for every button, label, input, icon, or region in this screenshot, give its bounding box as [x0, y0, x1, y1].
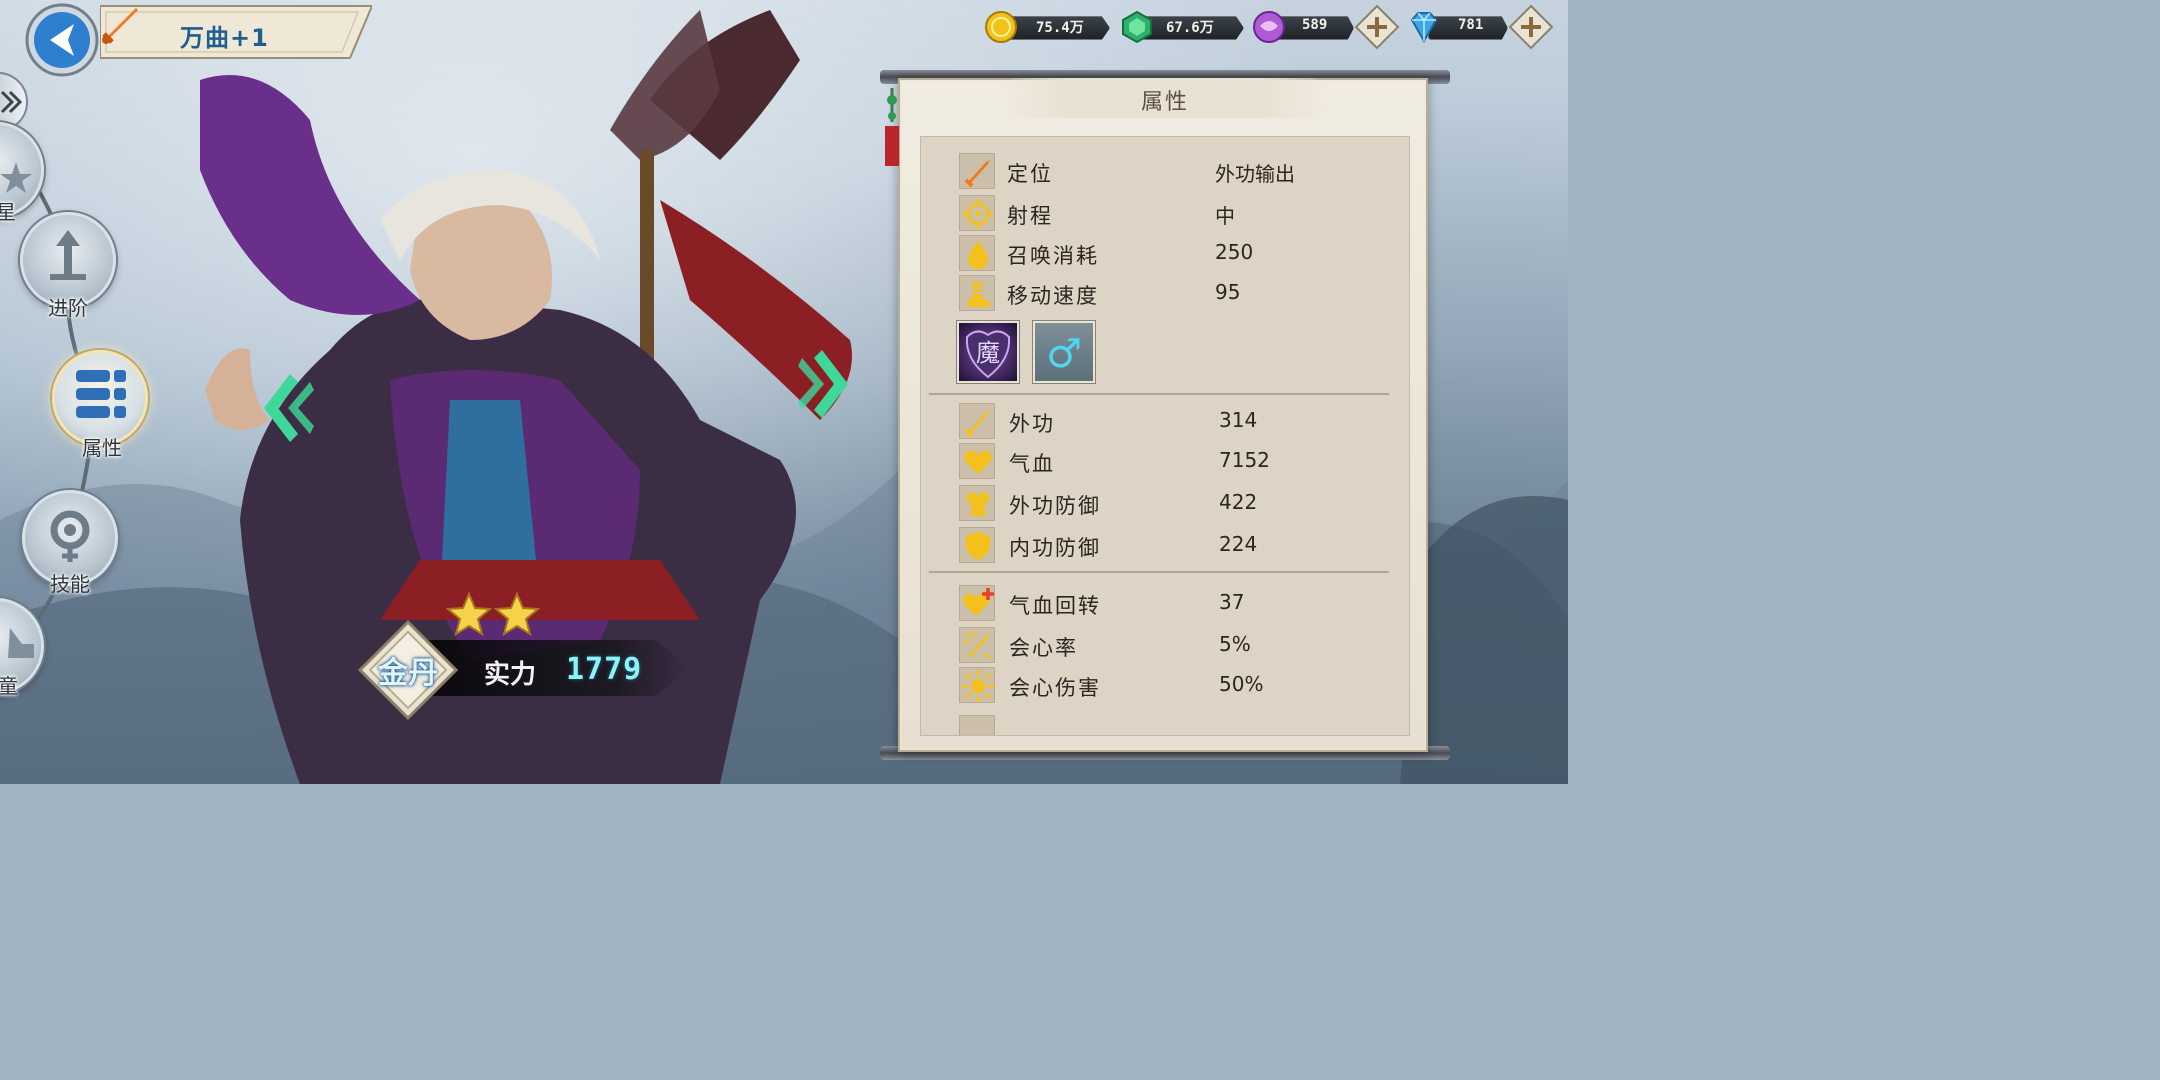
attr-row-hp-regen: 气血回转 37 — [959, 585, 1399, 623]
nav-skill-label: 技能 — [50, 572, 90, 596]
purple-orb-icon — [1253, 11, 1285, 43]
section-divider — [929, 571, 1389, 573]
gender-badge[interactable]: ♂ — [1033, 321, 1095, 383]
demon-badge-icon: 魔 — [965, 330, 1011, 379]
hero-rank: 金丹 — [378, 656, 438, 691]
game-scene: 万曲+1 星 进阶 属性 技能 童 金丹 实力 1779 75.4万 67.6万… — [0, 0, 1568, 784]
attr-label: 召唤消耗 — [1007, 244, 1099, 268]
currency-gold: 75.4万 — [984, 10, 1110, 44]
attr-value: 250 — [1215, 240, 1254, 264]
armor-icon — [959, 485, 995, 521]
sword-icon — [959, 403, 995, 439]
attr-label: 内功防御 — [1009, 536, 1101, 560]
drop-icon — [959, 235, 995, 271]
attr-value: 5% — [1219, 632, 1251, 656]
attr-value: 422 — [1219, 490, 1258, 514]
add-orb-button[interactable] — [1354, 4, 1400, 50]
attr-value: 37 — [1219, 590, 1245, 614]
hero-name: 万曲+1 — [180, 24, 269, 52]
nav-attribute-label: 属性 — [82, 436, 122, 460]
attr-row-next-partial — [959, 715, 1399, 735]
diamond-icon — [1410, 12, 1438, 44]
partial-icon — [959, 715, 995, 735]
target-icon — [959, 195, 995, 231]
tassel-ornament-icon — [885, 88, 899, 166]
green-jade-icon — [1122, 10, 1152, 44]
attr-value: 50% — [1219, 672, 1264, 696]
hero-title-plate: 万曲+1 — [100, 4, 372, 60]
attr-row-phys-def: 外功防御 422 — [959, 485, 1399, 523]
panel-title: 属性 — [1140, 90, 1189, 115]
currency-jade-value: 67.6万 — [1166, 20, 1214, 36]
attr-value: 224 — [1219, 532, 1258, 556]
attr-row-mag-def: 内功防御 224 — [959, 527, 1399, 565]
gold-coin-icon — [985, 11, 1017, 43]
gender-glyph: ♂ — [1046, 331, 1082, 377]
attribute-panel: 属性 定位 外功输出 射程 中 召唤消耗 250 移动速度 95 魔 ♂ 外功 … — [880, 70, 1450, 760]
shield-icon — [959, 527, 995, 563]
heart-plus-icon — [959, 585, 995, 621]
demon-faction-badge[interactable]: 魔 — [957, 321, 1019, 383]
sun-burst-icon — [959, 667, 995, 703]
attr-value: 7152 — [1219, 448, 1270, 472]
power-value: 1779 — [566, 652, 643, 687]
crit-sword-icon — [959, 627, 995, 663]
attr-label: 定位 — [1007, 162, 1053, 186]
hero-star-icon — [494, 592, 540, 636]
attr-row-crit-rate: 会心率 5% — [959, 627, 1399, 665]
currency-gold-value: 75.4万 — [1036, 20, 1084, 36]
attr-value: 95 — [1215, 280, 1241, 304]
currency-diamond: 781 — [1406, 10, 1508, 44]
nav-advance-button[interactable]: 进阶 — [20, 212, 120, 320]
previous-hero-button[interactable] — [256, 368, 316, 448]
next-hero-button[interactable] — [796, 344, 856, 424]
attr-row-range: 射程 中 — [959, 195, 1399, 233]
attr-row-summon-cost: 召唤消耗 250 — [959, 235, 1399, 273]
attr-label: 会心率 — [1009, 636, 1078, 660]
currency-diamond-value: 781 — [1458, 17, 1484, 33]
attr-label: 射程 — [1007, 204, 1053, 228]
attr-label: 外功防御 — [1009, 494, 1101, 518]
sword-icon — [959, 153, 995, 189]
nav-attribute-button[interactable]: 属性 — [52, 350, 152, 460]
attr-label: 移动速度 — [1007, 284, 1099, 308]
attr-label: 会心伤害 — [1009, 676, 1101, 700]
attr-row-attack: 外功 314 — [959, 403, 1399, 441]
attr-row-crit-damage: 会心伤害 50% — [959, 667, 1399, 705]
attr-row-move-speed: 移动速度 95 — [959, 275, 1399, 313]
attr-label: 外功 — [1009, 412, 1055, 436]
add-diamond-button[interactable] — [1508, 4, 1554, 50]
nav-companion-label: 童 — [0, 674, 18, 698]
nav-skill-button[interactable]: 技能 — [22, 490, 122, 596]
boot-icon — [959, 275, 995, 311]
attr-row-role: 定位 外功输出 — [959, 153, 1399, 191]
currency-orb: 589 — [1252, 10, 1354, 44]
demon-badge-glyph: 魔 — [976, 339, 1000, 367]
nav-advance-label: 进阶 — [48, 296, 88, 320]
section-divider — [929, 393, 1389, 395]
attr-label: 气血 — [1009, 452, 1055, 476]
attr-row-hp: 气血 7152 — [959, 443, 1399, 481]
attribute-list[interactable]: 定位 外功输出 射程 中 召唤消耗 250 移动速度 95 魔 ♂ 外功 314… — [920, 136, 1410, 736]
male-gender-icon: ♂ — [1046, 331, 1082, 377]
currency-jade: 67.6万 — [1120, 10, 1244, 44]
currency-orb-value: 589 — [1302, 17, 1328, 33]
nav-star-button[interactable]: 星 — [0, 122, 48, 224]
attr-label: 气血回转 — [1009, 594, 1101, 618]
attr-value: 中 — [1215, 204, 1235, 228]
attr-value: 314 — [1219, 408, 1258, 432]
power-label: 实力 — [484, 660, 537, 690]
attr-value: 外功输出 — [1215, 162, 1295, 186]
heart-icon — [959, 443, 995, 479]
nav-companion-button[interactable]: 童 — [0, 598, 48, 698]
